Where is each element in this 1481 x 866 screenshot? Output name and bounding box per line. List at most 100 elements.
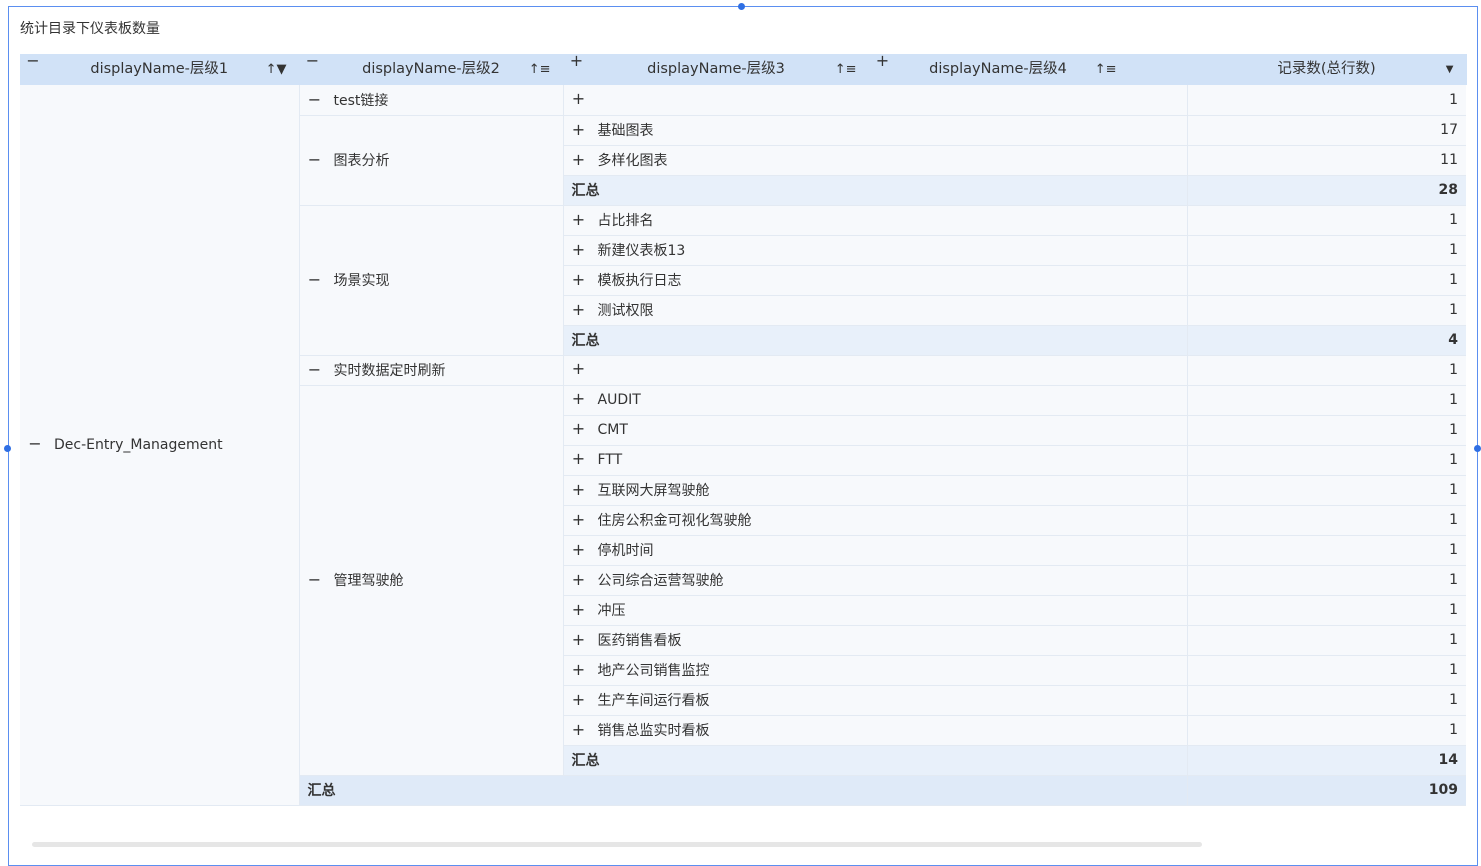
level2-cell: − 场景实现 (299, 205, 564, 356)
header-level2-label: displayName-层级2 (362, 61, 500, 77)
expand-icon[interactable]: + (572, 361, 586, 377)
header-level3[interactable]: + displayName-层级3 ↑≡ (563, 53, 870, 85)
level3-cell: + (563, 85, 1187, 116)
collapse-icon[interactable]: − (308, 362, 322, 378)
level3-cell: + (563, 355, 1187, 386)
level3-label: 互联网大屏驾驶舱 (597, 483, 710, 499)
level3-label: 销售总监实时看板 (597, 723, 710, 739)
count-value: 1 (1186, 205, 1466, 236)
subtotal-value: 28 (1186, 175, 1466, 206)
count-value: 1 (1186, 265, 1466, 296)
resize-handle-top[interactable] (738, 3, 745, 10)
expand-icon[interactable]: + (572, 632, 586, 648)
expand-icon[interactable]: + (572, 90, 586, 106)
dropdown-icon[interactable]: ▼ (1446, 54, 1454, 85)
resize-handle-right[interactable] (1474, 445, 1481, 452)
subtotal-value: 4 (1186, 325, 1466, 356)
scrollbar-thumb[interactable] (32, 842, 1202, 847)
count-value: 1 (1186, 385, 1466, 416)
grand-total-value: 109 (1186, 775, 1466, 806)
level3-label: CMT (597, 422, 628, 438)
expand-icon[interactable]: + (572, 272, 586, 288)
collapse-icon[interactable]: − (308, 272, 322, 288)
level2-label: test链接 (333, 92, 389, 109)
level1-cell: − Dec-Entry_Management (20, 85, 300, 806)
count-value: 1 (1186, 85, 1466, 116)
subtotal-label: 汇总 (563, 325, 1187, 356)
expand-icon[interactable]: + (572, 662, 586, 678)
header-row: − displayName-层级1 ↑▼ − displayName-层级2 ↑… (20, 53, 1467, 85)
expand-icon[interactable]: + (572, 421, 586, 437)
level3-label: 地产公司销售监控 (597, 663, 710, 679)
level2-cell: − 实时数据定时刷新 (299, 355, 564, 386)
collapse-icon[interactable]: − (28, 435, 42, 451)
level3-label: 多样化图表 (597, 153, 668, 169)
expand-icon[interactable]: + (572, 542, 586, 558)
level3-cell: + 新建仪表板13 (563, 235, 1187, 266)
level3-cell: + 生产车间运行看板 (563, 685, 1187, 716)
expand-icon[interactable]: + (572, 692, 586, 708)
level3-label: 模板执行日志 (597, 273, 682, 289)
level3-cell: + 基础图表 (563, 115, 1187, 146)
expand-icon[interactable]: + (572, 391, 586, 407)
level3-cell: + 测试权限 (563, 295, 1187, 326)
count-value: 17 (1186, 115, 1466, 146)
count-value: 1 (1186, 715, 1466, 746)
count-value: 1 (1186, 595, 1466, 626)
level3-cell: + 多样化图表 (563, 145, 1187, 176)
level3-cell: + 冲压 (563, 595, 1187, 626)
header-level4[interactable]: + displayName-层级4 ↑≡ (869, 53, 1188, 85)
sort-icon[interactable]: ↑▼ (266, 54, 287, 85)
expand-icon[interactable]: + (572, 722, 586, 738)
expand-icon[interactable]: + (572, 572, 586, 588)
collapse-icon[interactable]: − (26, 53, 40, 69)
level3-cell: + AUDIT (563, 385, 1187, 416)
subtotal-value: 14 (1186, 745, 1466, 776)
sort-icon[interactable]: ↑≡ (529, 54, 551, 85)
count-value: 1 (1186, 685, 1466, 716)
count-value: 1 (1186, 415, 1466, 446)
level3-cell: + 医药销售看板 (563, 625, 1187, 656)
level3-cell: + 销售总监实时看板 (563, 715, 1187, 746)
level2-label: 实时数据定时刷新 (333, 363, 446, 379)
sort-icon[interactable]: ↑≡ (1095, 54, 1117, 85)
level3-label: 基础图表 (597, 123, 654, 139)
collapse-icon[interactable]: − (306, 53, 320, 69)
level2-cell: − test链接 (299, 85, 564, 116)
collapse-icon[interactable]: − (308, 91, 322, 107)
collapse-icon[interactable]: − (308, 152, 322, 168)
header-level3-label: displayName-层级3 (647, 61, 785, 77)
expand-icon[interactable]: + (572, 212, 586, 228)
expand-icon[interactable]: + (572, 512, 586, 528)
level2-cell: − 管理驾驶舱 (299, 385, 564, 776)
grand-total-label: 汇总 (299, 775, 1187, 806)
expand-icon[interactable]: + (572, 242, 586, 258)
expand-icon[interactable]: + (572, 451, 586, 467)
horizontal-scrollbar[interactable] (20, 836, 1466, 848)
expand-icon[interactable]: + (572, 602, 586, 618)
expand-icon[interactable]: + (572, 482, 586, 498)
level3-label: 新建仪表板13 (597, 243, 686, 259)
expand-icon[interactable]: + (572, 302, 586, 318)
level3-label: AUDIT (597, 392, 641, 408)
level3-label: 停机时间 (597, 543, 654, 559)
expand-icon[interactable]: + (572, 152, 586, 168)
expand-icon[interactable]: + (876, 53, 890, 69)
count-value: 1 (1186, 445, 1466, 476)
header-level2[interactable]: − displayName-层级2 ↑≡ (299, 53, 564, 85)
expand-icon[interactable]: + (570, 53, 584, 69)
resize-handle-left[interactable] (4, 445, 11, 452)
level3-label: 生产车间运行看板 (597, 693, 710, 709)
level3-cell: + FTT (563, 445, 1187, 476)
level3-label: 冲压 (597, 603, 626, 619)
collapse-icon[interactable]: − (308, 572, 322, 588)
level3-cell: + 公司综合运营驾驶舱 (563, 565, 1187, 596)
expand-icon[interactable]: + (572, 122, 586, 138)
sort-icon[interactable]: ↑≡ (835, 54, 857, 85)
level3-cell: + 占比排名 (563, 205, 1187, 236)
header-level1[interactable]: − displayName-层级1 ↑▼ (20, 53, 300, 85)
header-count[interactable]: 记录数(总行数) ▼ (1187, 54, 1467, 85)
level3-label: 住房公积金可视化驾驶舱 (597, 513, 752, 529)
level1-label: Dec-Entry_Management (54, 436, 223, 453)
level3-label: 测试权限 (597, 303, 654, 319)
